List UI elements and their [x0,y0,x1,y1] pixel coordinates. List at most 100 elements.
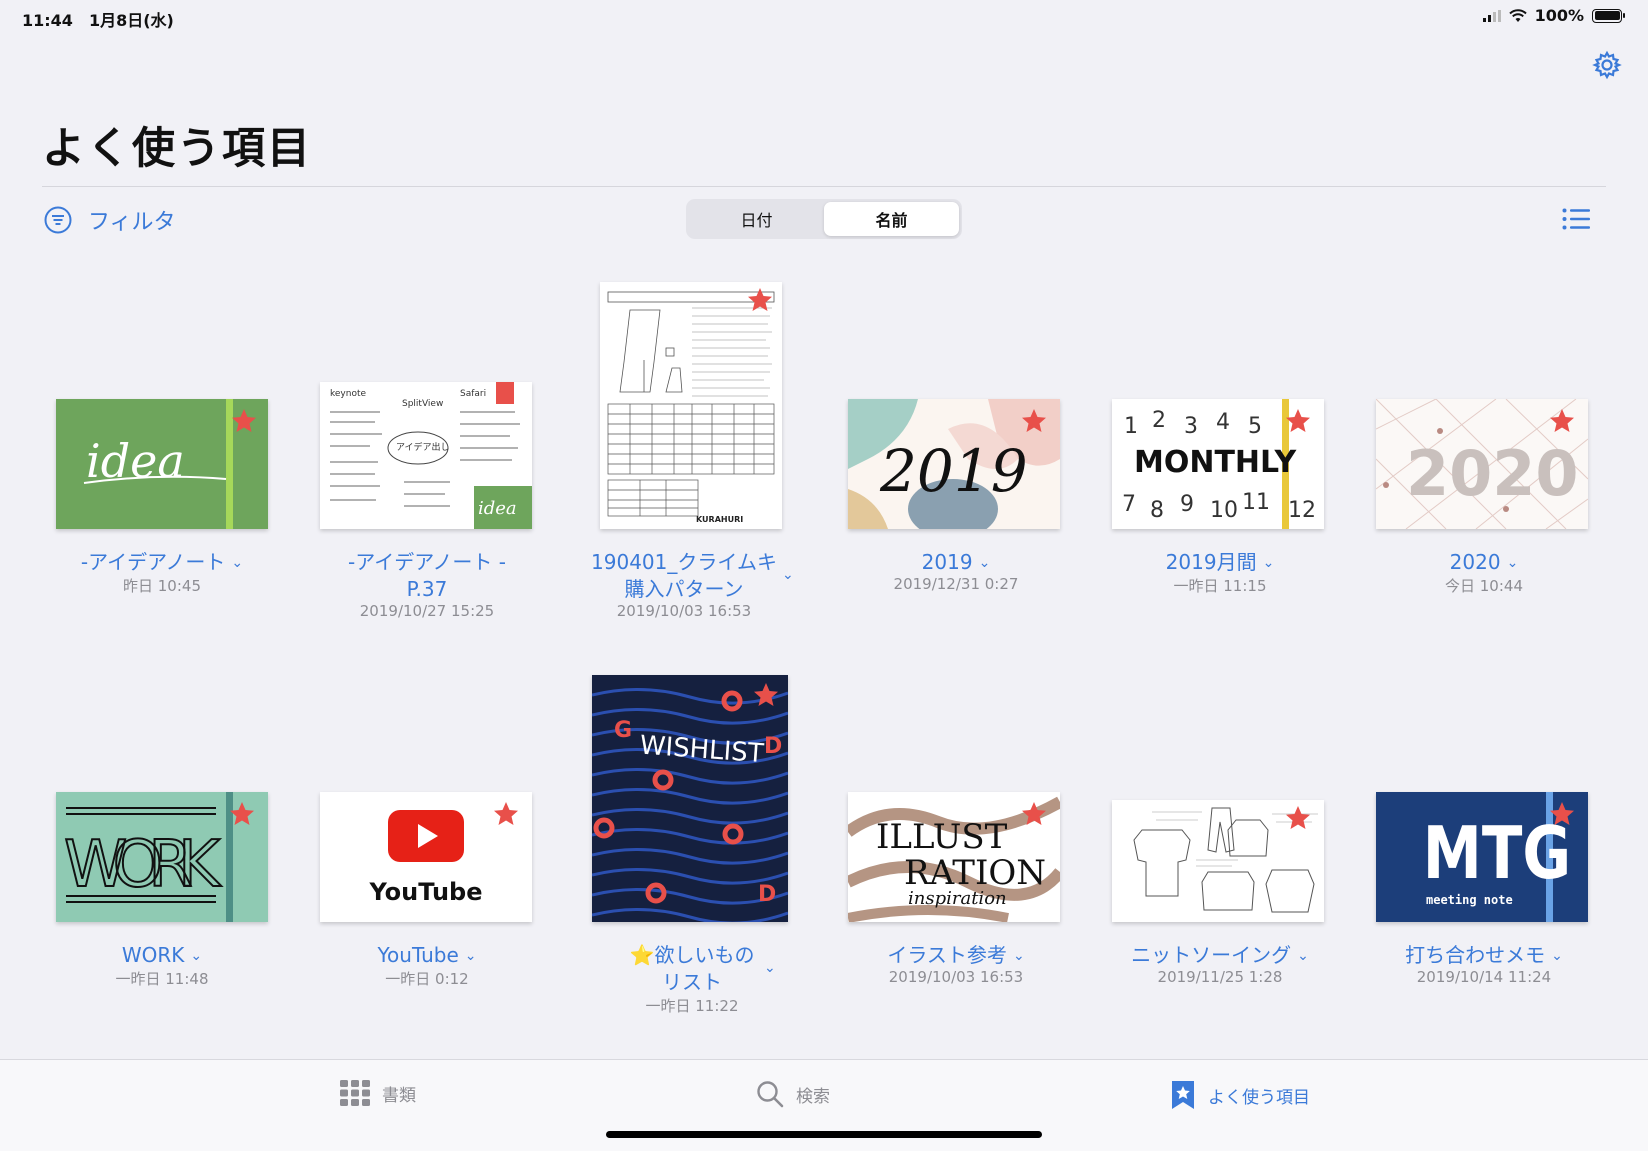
star-icon[interactable] [1284,407,1312,435]
svg-text:MONTHLY: MONTHLY [1134,445,1297,480]
svg-text:9: 9 [1180,492,1194,517]
document-title[interactable]: 打ち合わせメモ ⌄ [1352,942,1616,970]
document-cover[interactable]: 12345 7 8 9 10 11 12 MONTHLY [1112,399,1324,529]
svg-text:D: D [764,734,782,759]
document-date: 今日 10:44 [1445,577,1523,595]
svg-text:WISHLIST: WISHLIST [639,731,765,770]
document-cover[interactable]: KURAHURI [600,282,782,529]
document-date: 2019/12/31 0:27 [893,575,1019,593]
sort-option-date[interactable]: 日付 [689,202,824,236]
svg-text:2: 2 [1152,408,1166,433]
search-icon [757,1081,784,1108]
chevron-down-icon[interactable]: ⌄ [764,960,776,976]
svg-text:idea: idea [478,498,517,519]
document-title[interactable]: ニットソーイング ⌄ [1088,942,1352,970]
svg-text:3: 3 [1184,414,1198,439]
star-icon[interactable] [492,800,520,828]
document-cover[interactable] [1112,800,1324,922]
svg-text:8: 8 [1150,498,1164,523]
document-cover[interactable]: 2020 [1376,399,1588,529]
document-title[interactable]: -アイデアノート - P.37 [295,549,559,603]
document-title[interactable]: イラスト参考 ⌄ [824,942,1088,970]
svg-text:4: 4 [1216,410,1230,435]
tab-search[interactable]: 検索 [756,1080,830,1108]
status-right: 100% [1482,6,1625,25]
svg-text:アイデア出し: アイデア出し [396,441,450,453]
star-icon[interactable] [230,407,258,435]
star-icon[interactable] [1548,407,1576,435]
tab-search-label: 検索 [796,1086,830,1107]
home-indicator[interactable] [606,1131,1042,1138]
list-icon[interactable] [1562,208,1590,230]
svg-text:RATION: RATION [904,853,1046,893]
svg-text:5: 5 [1248,414,1262,439]
document-title[interactable]: 2020 ⌄ [1352,549,1616,577]
document-title[interactable]: 2019月間 ⌄ [1088,549,1352,577]
document-cover[interactable]: WORK [56,792,268,922]
title-divider [42,186,1606,187]
filter-icon [44,206,72,234]
document-title[interactable]: ⭐️欲しいもの リスト [560,942,824,996]
filter-button[interactable]: フィルタ [44,204,176,236]
document-date: 昨日 10:45 [123,577,201,595]
svg-text:meeting note: meeting note [1426,893,1513,907]
svg-text:WORK: WORK [64,828,222,902]
chevron-down-icon[interactable]: ⌄ [782,567,794,583]
svg-text:7: 7 [1122,492,1136,517]
sort-option-name[interactable]: 名前 [824,202,959,236]
document-cover[interactable]: 2019 [848,399,1060,529]
gear-icon[interactable] [1592,50,1622,80]
document-title[interactable]: YouTube ⌄ [295,942,559,970]
svg-text:11: 11 [1242,490,1270,515]
svg-text:12: 12 [1288,498,1316,523]
document-cover[interactable]: keynote Safari SplitView アイデア出し idea [320,382,532,529]
tab-favorites[interactable]: よく使う項目 [1170,1080,1310,1110]
star-icon[interactable] [228,800,256,828]
svg-text:10: 10 [1210,498,1238,523]
svg-text:2019: 2019 [879,437,1028,505]
document-date: 一昨日 11:15 [1173,577,1267,595]
document-cover[interactable]: YouTube [320,792,532,922]
document-title[interactable]: 2019 ⌄ [824,549,1088,577]
document-date: 2019/10/03 16:53 [888,968,1024,986]
battery-percent: 100% [1534,6,1584,25]
star-icon[interactable] [746,286,774,314]
tab-documents[interactable]: 書類 [340,1080,416,1106]
star-icon[interactable] [752,681,780,709]
svg-text:keynote: keynote [330,389,366,399]
cellular-signal-icon [1482,9,1501,22]
status-bar: 11:44 1月8日(水) 100% [0,0,1648,34]
star-icon[interactable] [1548,800,1576,828]
page-title: よく使う項目 [42,124,312,174]
svg-text:G: G [614,718,632,743]
svg-text:inspiration: inspiration [908,888,1007,909]
document-cover[interactable]: ILLUST RATION inspiration [848,792,1060,922]
document-cover[interactable]: WISHLIST G D D [592,675,788,922]
svg-text:ILLUST: ILLUST [876,817,1008,857]
svg-text:YouTube: YouTube [368,878,482,906]
document-title[interactable]: WORK ⌄ [30,942,294,970]
bookmark-star-icon [1172,1081,1194,1109]
star-icon[interactable] [1020,800,1048,828]
document-date: 2019/10/14 11:24 [1416,968,1552,986]
grid-icon [340,1080,370,1106]
svg-text:Safari: Safari [460,389,486,399]
svg-text:D: D [758,882,776,907]
document-title[interactable]: -アイデアノート ⌄ [30,549,294,577]
document-cover[interactable]: MTG meeting note [1376,792,1588,922]
svg-text:SplitView: SplitView [402,399,443,409]
battery-icon [1592,8,1625,23]
tab-documents-label: 書類 [382,1085,416,1106]
document-date: 一昨日 0:12 [385,970,469,988]
document-date: 一昨日 11:48 [115,970,209,988]
svg-text:1: 1 [1124,414,1138,439]
document-title[interactable]: 190401_クライムキ 購入パターン [552,549,816,603]
star-icon[interactable] [1284,804,1312,832]
status-time: 11:44 1月8日(水) [22,11,174,30]
document-date: 2019/11/25 1:28 [1157,968,1283,986]
star-icon[interactable] [1020,407,1048,435]
svg-text:KURAHURI: KURAHURI [696,515,743,524]
document-cover[interactable]: idea [56,399,268,529]
document-date: 一昨日 11:22 [645,997,739,1015]
wifi-icon [1508,8,1527,22]
